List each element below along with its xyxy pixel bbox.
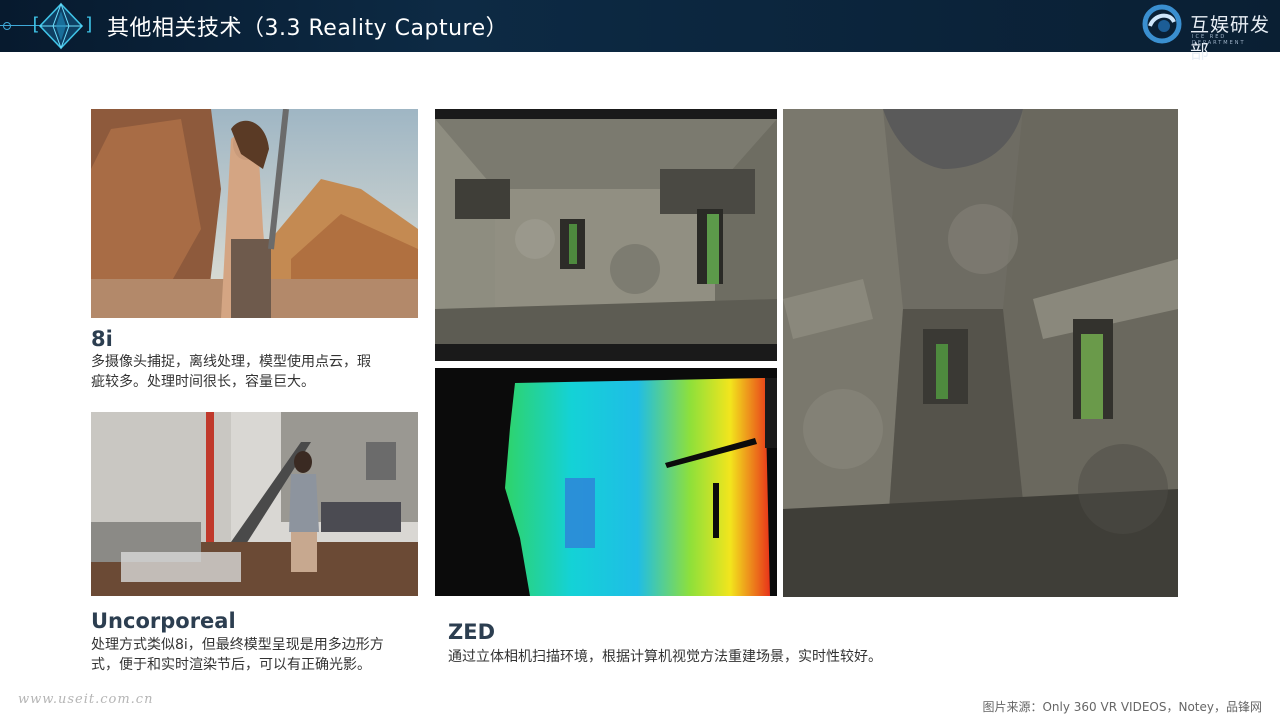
photo-zed-stereo-view xyxy=(435,109,777,361)
crystal-icon xyxy=(38,2,84,50)
brand-subtitle: ICE RED DEPARTMENT xyxy=(1192,34,1246,46)
photo-zed-depth-map xyxy=(435,368,777,596)
brand-logo: 互娱研发部 ICE RED DEPARTMENT xyxy=(1140,4,1275,63)
bracket-right: ] xyxy=(84,14,95,35)
photo-8i-capture xyxy=(91,109,418,318)
header-bar: [ ] 其他相关技术（3.3 Reality Capture） xyxy=(0,0,1280,52)
section-title-zed: ZED xyxy=(448,620,496,644)
section-title-uncorporeal: Uncorporeal xyxy=(91,609,236,633)
section-text-8i-line2: 疵较多。处理时间很长，容量巨大。 xyxy=(91,374,315,390)
section-text-uncorporeal-line1: 处理方式类似8i，但最终模型呈现是用多边形方 xyxy=(91,637,384,653)
watermark-text: www.useit.com.cn xyxy=(18,692,154,707)
image-source-credit: 图片来源：Only 360 VR VIDEOS，Notey，品锋网 xyxy=(982,700,1262,714)
swirl-logo-icon xyxy=(1142,4,1182,44)
photo-reconstructed-scene xyxy=(783,109,1178,597)
page-title: 其他相关技术（3.3 Reality Capture） xyxy=(107,16,509,41)
section-text-zed: 通过立体相机扫描环境，根据计算机视觉方法重建场景，实时性较好。 xyxy=(448,649,882,665)
photo-uncorporeal-render xyxy=(91,412,418,596)
section-text-uncorporeal-line2: 式，便于和实时渲染节后，可以有正确光影。 xyxy=(91,657,371,673)
section-text-8i-line1: 多摄像头捕捉，离线处理，模型使用点云，瑕 xyxy=(91,354,371,370)
decor-dot xyxy=(3,22,11,30)
section-title-8i: 8i xyxy=(91,327,113,351)
